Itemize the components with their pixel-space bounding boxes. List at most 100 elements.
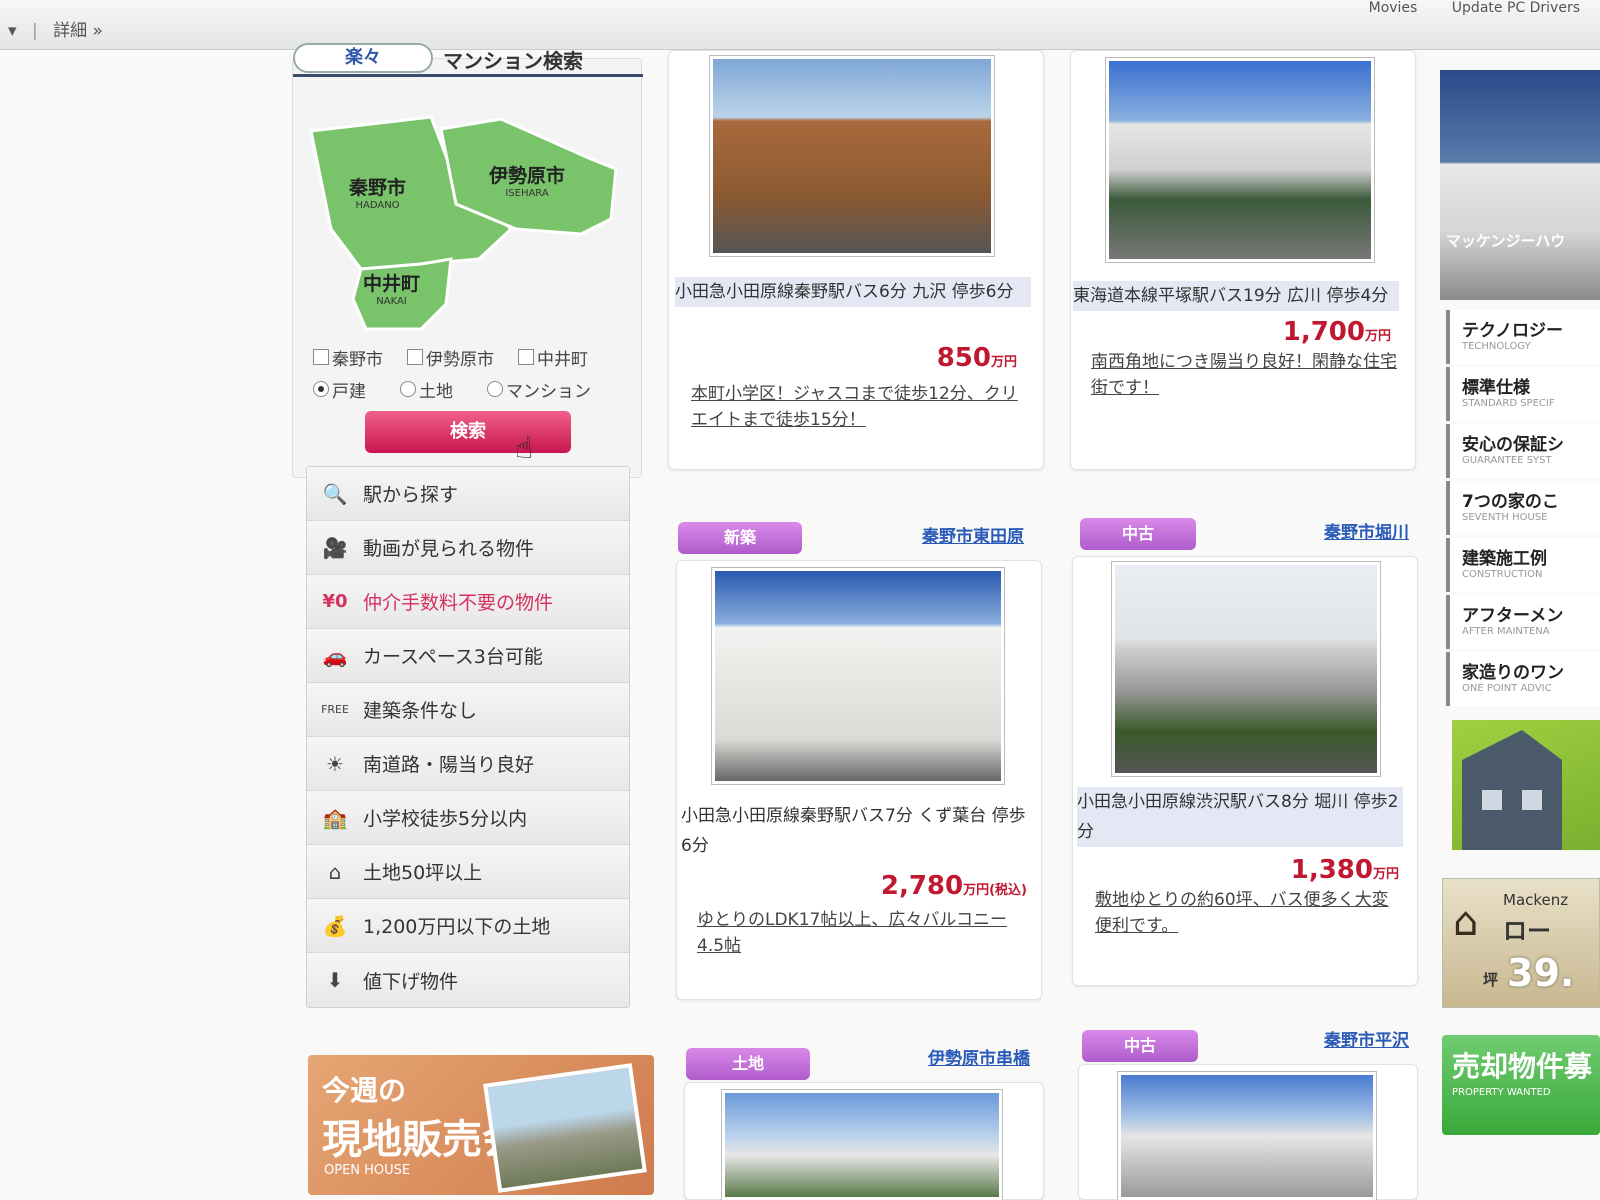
feature-menu-item[interactable]: ☀ 南道路・陽当り良好 (307, 737, 629, 791)
listing-title[interactable]: 東海道本線平塚駅バス19分 広川 停歩4分 (1073, 281, 1399, 311)
status-badge: 中古 (1082, 1030, 1198, 1062)
location-link[interactable]: 秦野市東田原 (922, 522, 1024, 547)
brand-menu-sublabel: GUARANTEE SYST (1462, 455, 1552, 466)
filter-options: 秦野市 伊勢原市 中井町 戸建 土地 マンション (313, 341, 615, 405)
type-radio-row: 戸建 土地 マンション (313, 373, 615, 405)
brand-menu-item[interactable]: 標準仕様 STANDARD SPECIF (1446, 367, 1600, 421)
loan-banner[interactable]: ⌂ Mackenz ロー 坪 39. (1442, 878, 1600, 1008)
brand-hero-banner[interactable]: マッケンジーハウ (1440, 70, 1600, 300)
listing-photo[interactable] (1111, 561, 1381, 777)
listing-card[interactable]: 小田急小田原線秦野駅バス7分 くず葉台 停歩6分 2,780万円(税込) ゆとり… (676, 560, 1042, 1000)
house-illustration (1462, 730, 1562, 850)
sell-property-banner[interactable]: 売却物件募 PROPERTY WANTED (1442, 1035, 1600, 1135)
listing-card[interactable] (1078, 1064, 1418, 1200)
location-link[interactable]: 伊勢原市串橋 (928, 1044, 1030, 1069)
search-header: 楽々 マンション検索 (293, 43, 643, 77)
brand-menu-item[interactable]: 建築施工例 CONSTRUCTION (1446, 538, 1600, 592)
listing-card[interactable] (684, 1082, 1044, 1200)
hand-cursor-icon: ☝ (515, 431, 534, 466)
sell-subtitle: PROPERTY WANTED (1452, 1087, 1551, 1098)
listing-description[interactable]: 敷地ゆとりの約60坪、バス便多く大変便利です。 (1095, 887, 1395, 939)
details-link[interactable]: 詳細 » (53, 21, 103, 41)
car-icon: 🚗 (322, 643, 348, 668)
open-house-banner[interactable]: 今週の 現地販売会 OPEN HOUSE (308, 1055, 654, 1195)
listing-title[interactable]: 小田急小田原線秦野駅バス7分 くず葉台 停歩6分 (681, 801, 1027, 861)
brand-menu-item[interactable]: アフターメン AFTER MAINTENA (1446, 595, 1600, 649)
loan-number: 39. (1507, 951, 1575, 995)
feature-menu-item[interactable]: 🏫 小学校徒歩5分以内 (307, 791, 629, 845)
feature-menu: 🔍 駅から探す 🎥 動画が見られる物件 ¥0 仲介手数料不要の物件 🚗 カースペース3台可能 F… (306, 466, 630, 1008)
listing-photo[interactable] (711, 567, 1005, 785)
checkbox-isehara[interactable]: 伊勢原市 (407, 341, 494, 373)
listing-price: 1,700万円 (1282, 317, 1391, 347)
listing-card[interactable]: 小田急小田原線秦野駅バス6分 九沢 停歩6分 850万円 本町小学区！ジャスコま… (668, 50, 1044, 470)
house-icon: ⌂ (328, 859, 342, 884)
listing-photo[interactable] (721, 1089, 1003, 1200)
listing-price: 2,780万円(税込) (880, 871, 1027, 901)
brand-menu-sublabel: AFTER MAINTENA (1462, 626, 1550, 637)
search-button[interactable]: 検索 (365, 411, 571, 453)
location-link[interactable]: 秦野市堀川 (1324, 518, 1409, 543)
school-icon: 🏫 (322, 805, 348, 830)
search-header-bubble: 楽々 (293, 43, 433, 73)
listing-photo[interactable] (1105, 57, 1375, 263)
listing-title[interactable]: 小田急小田原線渋沢駅バス8分 堀川 停歩2分 (1077, 787, 1403, 847)
movies-link[interactable]: Movies (1369, 0, 1418, 16)
brand-menu-item[interactable]: テクノロジー TECHNOLOGY (1446, 310, 1600, 364)
listing-card[interactable]: 東海道本線平塚駅バス19分 広川 停歩4分 1,700万円 南西角地につき陽当り… (1070, 50, 1416, 470)
feature-menu-label: 1,200万円以下の土地 (363, 916, 551, 938)
listing-title[interactable]: 小田急小田原線秦野駅バス6分 九沢 停歩6分 (675, 277, 1031, 307)
listing-description[interactable]: 南西角地につき陽当り良好！閑静な住宅街です！ (1091, 349, 1397, 401)
listing-photo[interactable] (709, 55, 995, 257)
right-column: マッケンジーハウ テクノロジー TECHNOLOGY 標準仕様 STANDARD SP… (1440, 70, 1600, 1200)
area-search-box: 楽々 マンション検索 秦野市 HADANO 伊勢原市 ISEHARA 中井町 N… (292, 43, 643, 478)
open-house-line3: OPEN HOUSE (324, 1163, 411, 1178)
feature-menu-item[interactable]: ¥0 仲介手数料不要の物件 (307, 575, 629, 629)
loan-tsubo: 坪 (1483, 971, 1499, 989)
area-map-svg (309, 115, 618, 331)
brand-menu-sublabel: CONSTRUCTION (1462, 569, 1543, 580)
radio-mansion[interactable]: マンション (487, 373, 591, 405)
feature-menu-label: 駅から探す (363, 484, 459, 506)
listing-card[interactable]: 小田急小田原線渋沢駅バス8分 堀川 停歩2分 1,380万円 敷地ゆとりの約60… (1072, 556, 1418, 986)
toolbar-dropdown[interactable]: ▾ (8, 21, 17, 41)
search-header-title: マンション検索 (443, 49, 583, 73)
listing-price: 850万円 (936, 343, 1017, 373)
brand-menu: テクノロジー TECHNOLOGY 標準仕様 STANDARD SPECIF 安心の保証… (1446, 310, 1600, 709)
feature-menu-item[interactable]: ⬇ 値下げ物件 (307, 953, 629, 1007)
brand-menu-item[interactable]: 安心の保証シ GUARANTEE SYST (1446, 424, 1600, 478)
feature-menu-label: 小学校徒歩5分以内 (363, 808, 528, 830)
status-badge: 中古 (1080, 518, 1196, 550)
checkbox-hadano[interactable]: 秦野市 (313, 341, 383, 373)
radio-land[interactable]: 土地 (400, 373, 453, 405)
checkbox-nakai[interactable]: 中井町 (518, 341, 588, 373)
yen-zero-icon: ¥0 (322, 591, 348, 612)
house-banner[interactable] (1452, 720, 1600, 850)
radio-house[interactable]: 戸建 (313, 373, 366, 405)
listing-photo[interactable] (1117, 1071, 1377, 1200)
brand-menu-sublabel: STANDARD SPECIF (1462, 398, 1555, 409)
brand-menu-label: 建築施工例 (1462, 549, 1547, 569)
feature-menu-item[interactable]: 💰 1,200万円以下の土地 (307, 899, 629, 953)
feature-menu-item[interactable]: 🎥 動画が見られる物件 (307, 521, 629, 575)
feature-menu-item[interactable]: FREE 建築条件なし (307, 683, 629, 737)
listing-description[interactable]: ゆとりのLDK17帖以上、広々バルコニー4.5帖 (697, 907, 1027, 959)
feature-menu-item[interactable]: 🚗 カースペース3台可能 (307, 629, 629, 683)
brand-menu-item[interactable]: 家造りのワン ONE POINT ADVIC (1446, 652, 1600, 706)
brand-menu-label: 標準仕様 (1462, 378, 1530, 398)
status-badge: 新築 (678, 522, 802, 554)
video-camera-icon: 🎥 (322, 535, 348, 560)
listing-price: 1,380万円 (1290, 855, 1399, 885)
feature-menu-item[interactable]: 🔍 駅から探す (307, 467, 629, 521)
update-drivers-link[interactable]: Update PC Drivers (1452, 0, 1580, 16)
location-link[interactable]: 秦野市平沢 (1324, 1026, 1409, 1051)
brand-menu-sublabel: ONE POINT ADVIC (1462, 683, 1552, 694)
listing-description[interactable]: 本町小学区！ジャスコまで徒歩12分、クリエイトまで徒歩15分！ (691, 381, 1021, 433)
brand-menu-label: 安心の保証シ (1462, 435, 1564, 455)
brand-menu-sublabel: SEVENTH HOUSE (1462, 512, 1548, 523)
brand-menu-item[interactable]: 7つの家のこ SEVENTH HOUSE (1446, 481, 1600, 535)
feature-menu-item[interactable]: ⌂ 土地50坪以上 (307, 845, 629, 899)
sidebar: 楽々 マンション検索 秦野市 HADANO 伊勢原市 ISEHARA 中井町 N… (292, 43, 648, 1038)
toolbar-right: Movies Update PC Drivers (1339, 0, 1580, 16)
open-house-photo (483, 1063, 647, 1193)
